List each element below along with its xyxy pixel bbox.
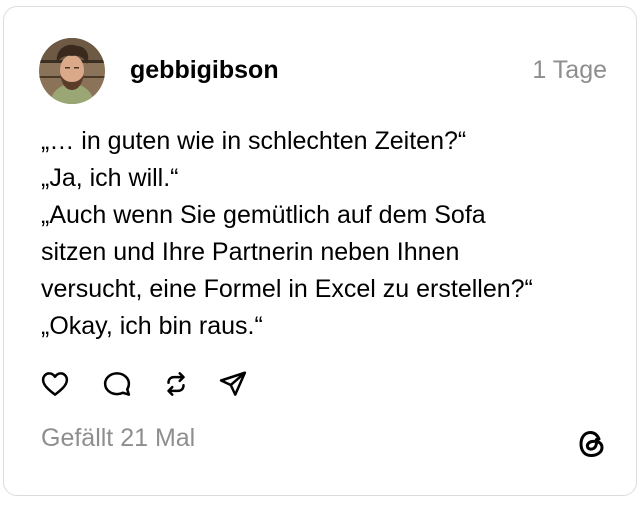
threads-logo-glyph (579, 430, 604, 458)
threads-post-card: gebbigibson 1 Tage „… in guten wie in sc… (3, 6, 637, 496)
username[interactable]: gebbigibson (130, 56, 279, 85)
repost-button[interactable] (161, 369, 191, 399)
send-paper-plane-icon (219, 371, 247, 396)
post-text-line: „… in guten wie in schlechten Zeiten?“ (41, 127, 467, 155)
post-timestamp: 1 Tage (532, 56, 607, 84)
post-text-line: versucht, eine Formel in Excel zu erstel… (41, 275, 533, 303)
like-count[interactable]: Gefällt 21 Mal (41, 424, 195, 453)
avatar[interactable] (39, 38, 105, 104)
post-text-line: „Okay, ich bin raus.“ (41, 312, 263, 340)
repost-arrows-icon (167, 372, 185, 396)
post-text: „… in guten wie in schlechten Zeiten?“ „… (41, 123, 631, 345)
like-button[interactable] (40, 369, 70, 399)
threads-logo-icon[interactable] (577, 428, 607, 460)
heart-icon (41, 372, 69, 396)
comment-button[interactable] (102, 369, 132, 399)
avatar-photo (39, 38, 105, 104)
share-button[interactable] (218, 369, 248, 399)
comment-bubble-icon (103, 372, 131, 396)
post-text-line: „Auch wenn Sie gemütlich auf dem Sofa (41, 201, 486, 229)
post-text-line: sitzen und Ihre Partnerin neben Ihnen (41, 238, 460, 266)
post-text-line: „Ja, ich will.“ (41, 164, 179, 192)
